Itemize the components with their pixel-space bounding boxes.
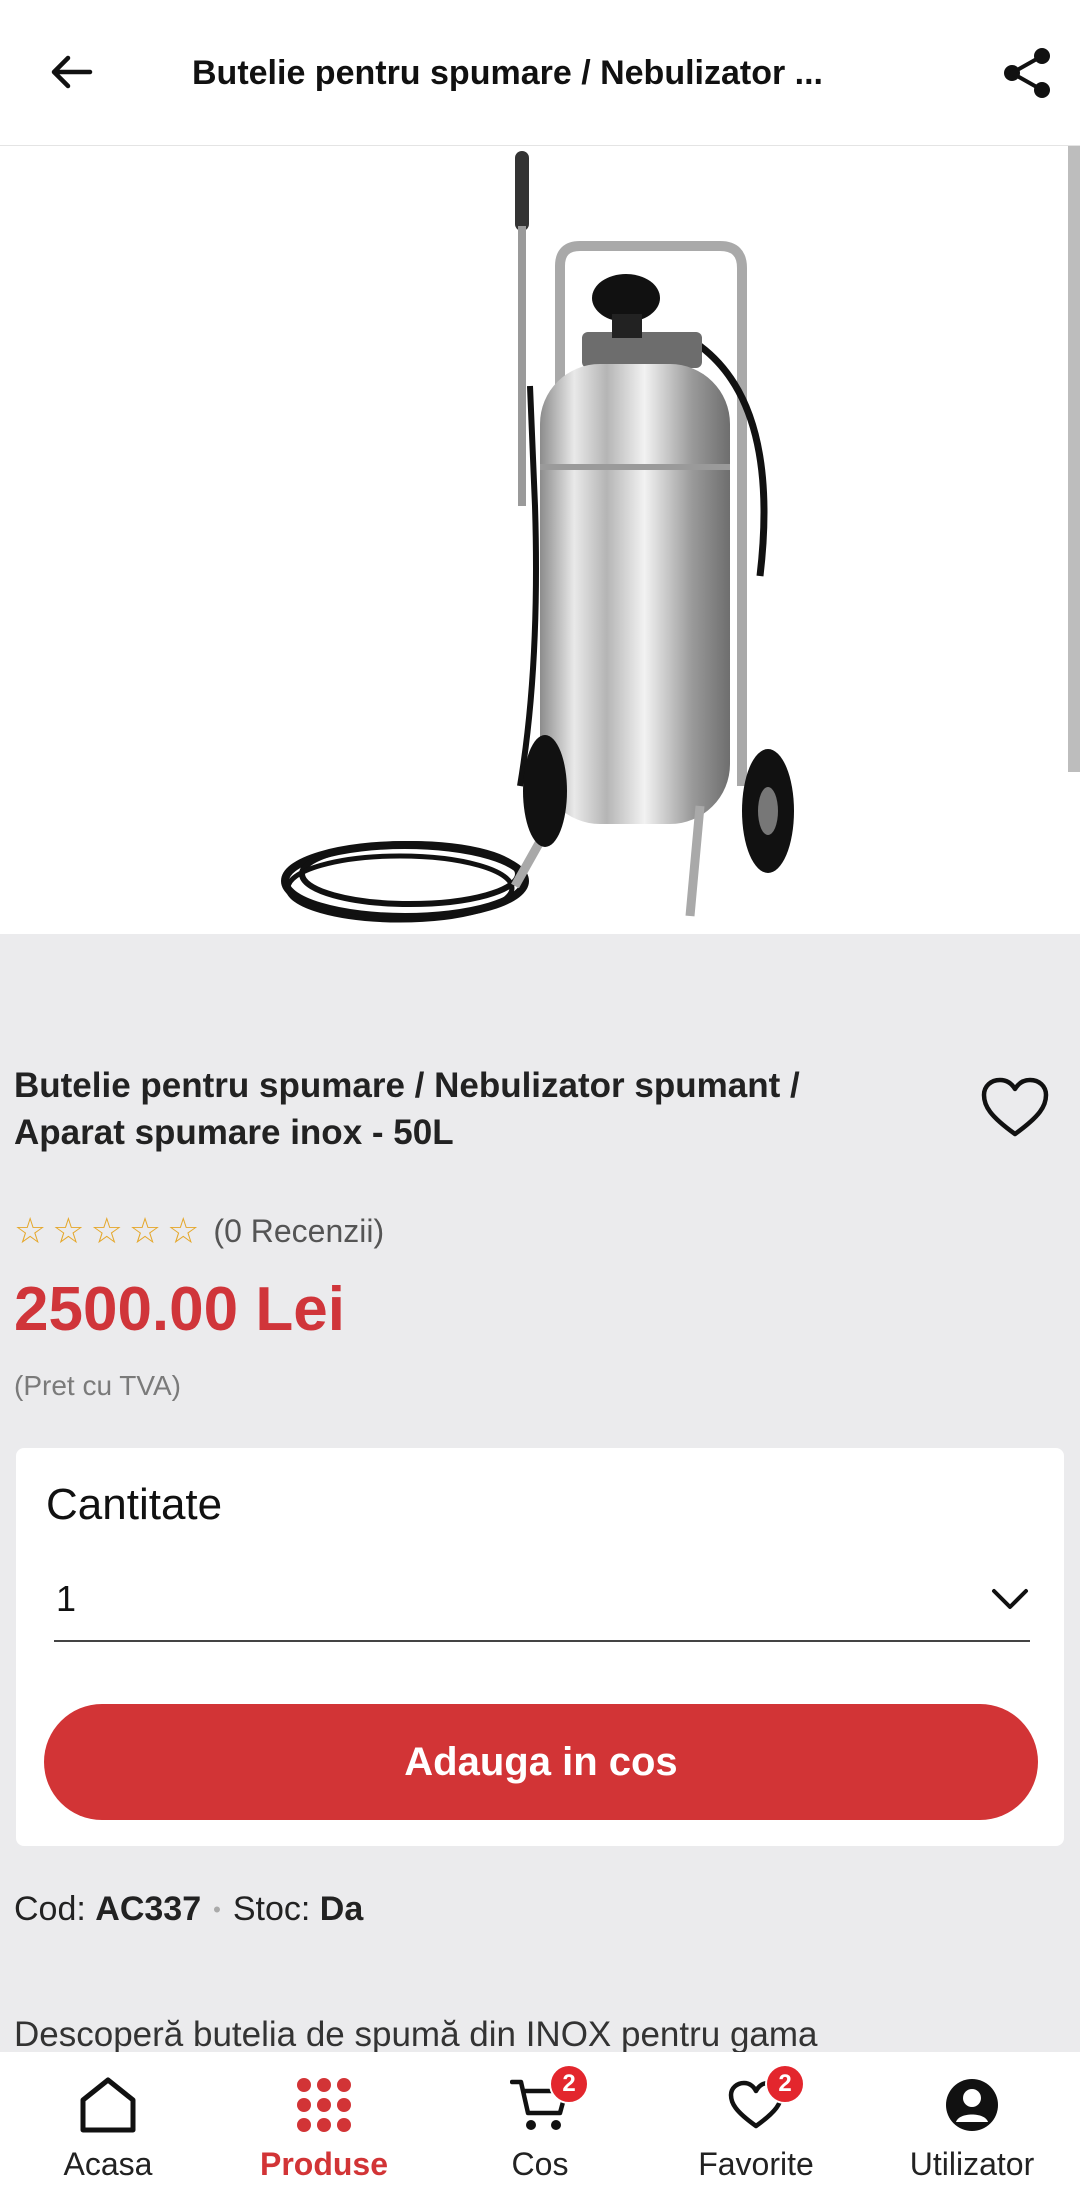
code-value: AC337 [95,1890,202,1928]
star-empty-icon: ☆ [14,1210,47,1251]
quantity-select[interactable]: 1 [54,1558,1030,1642]
add-to-cart-button[interactable]: Adauga in cos [44,1704,1038,1820]
rating-stars: ☆ ☆ ☆ ☆ ☆ [14,1213,199,1249]
stock-value: Da [319,1890,364,1928]
grid-icon [297,2078,351,2132]
product-page: Butelie pentru spumare / Nebulizator ... [0,0,1080,2199]
star-empty-icon: ☆ [167,1210,200,1251]
user-icon [946,2079,998,2131]
bottom-navigation: Acasa Produse 2 Cos 2 Favorite Utilizato… [0,2052,1080,2199]
app-bar: Butelie pentru spumare / Nebulizator ... [0,0,1080,146]
rating-row[interactable]: ☆ ☆ ☆ ☆ ☆ (0 Recenzii) [14,1205,384,1257]
page-title: Butelie pentru spumare / Nebulizator ... [192,54,823,92]
star-empty-icon: ☆ [52,1210,85,1251]
reviews-count[interactable]: (0 Recenzii) [213,1213,384,1250]
star-empty-icon: ☆ [128,1210,162,1251]
back-button[interactable] [40,40,104,104]
code-label: Cod: [14,1890,86,1928]
quantity-card: Cantitate 1 Adauga in cos [16,1448,1064,1846]
arrow-left-icon [51,55,93,89]
star-empty-icon: ☆ [90,1210,123,1251]
nav-label: Favorite [698,2146,814,2182]
cart-badge: 2 [549,2064,589,2104]
nav-item-utilizator[interactable]: Utilizator [864,2052,1080,2199]
nav-label: Cos [511,2146,569,2182]
separator-dot: • [213,1896,221,1922]
heart-outline-icon [981,1077,1049,1137]
share-button[interactable] [994,40,1060,106]
vat-note: (Pret cu TVA) [14,1370,182,1401]
chevron-down-icon [992,1589,1028,1609]
product-image [281,151,794,923]
nav-item-acasa[interactable]: Acasa [0,2052,216,2199]
favorites-badge: 2 [765,2064,805,2104]
nav-item-produse[interactable]: Produse [216,2052,432,2199]
home-icon [80,2077,136,2133]
nav-item-favorite[interactable]: 2 Favorite [648,2052,864,2199]
product-title: Butelie pentru spumare / Nebulizator spu… [14,1066,800,1152]
quantity-value: 1 [56,1578,77,1619]
product-description: Descoperă butelia de spumă din INOX pent… [14,2015,818,2054]
nav-item-cos[interactable]: 2 Cos [432,2052,648,2199]
nav-label: Acasa [63,2146,153,2182]
product-price: 2500.00 Lei [14,1275,345,1344]
product-meta: Cod: AC337 • Stoc: Da [14,1890,363,1929]
quantity-label: Cantitate [46,1480,223,1529]
favorite-button[interactable] [975,1072,1055,1144]
stock-label: Stoc: [232,1890,311,1928]
share-icon [1004,48,1050,98]
gallery-scrollbar[interactable] [1068,146,1080,772]
nav-label: Produse [259,2146,389,2182]
product-image-gallery[interactable] [0,146,1080,934]
nav-label: Utilizator [909,2146,1035,2182]
